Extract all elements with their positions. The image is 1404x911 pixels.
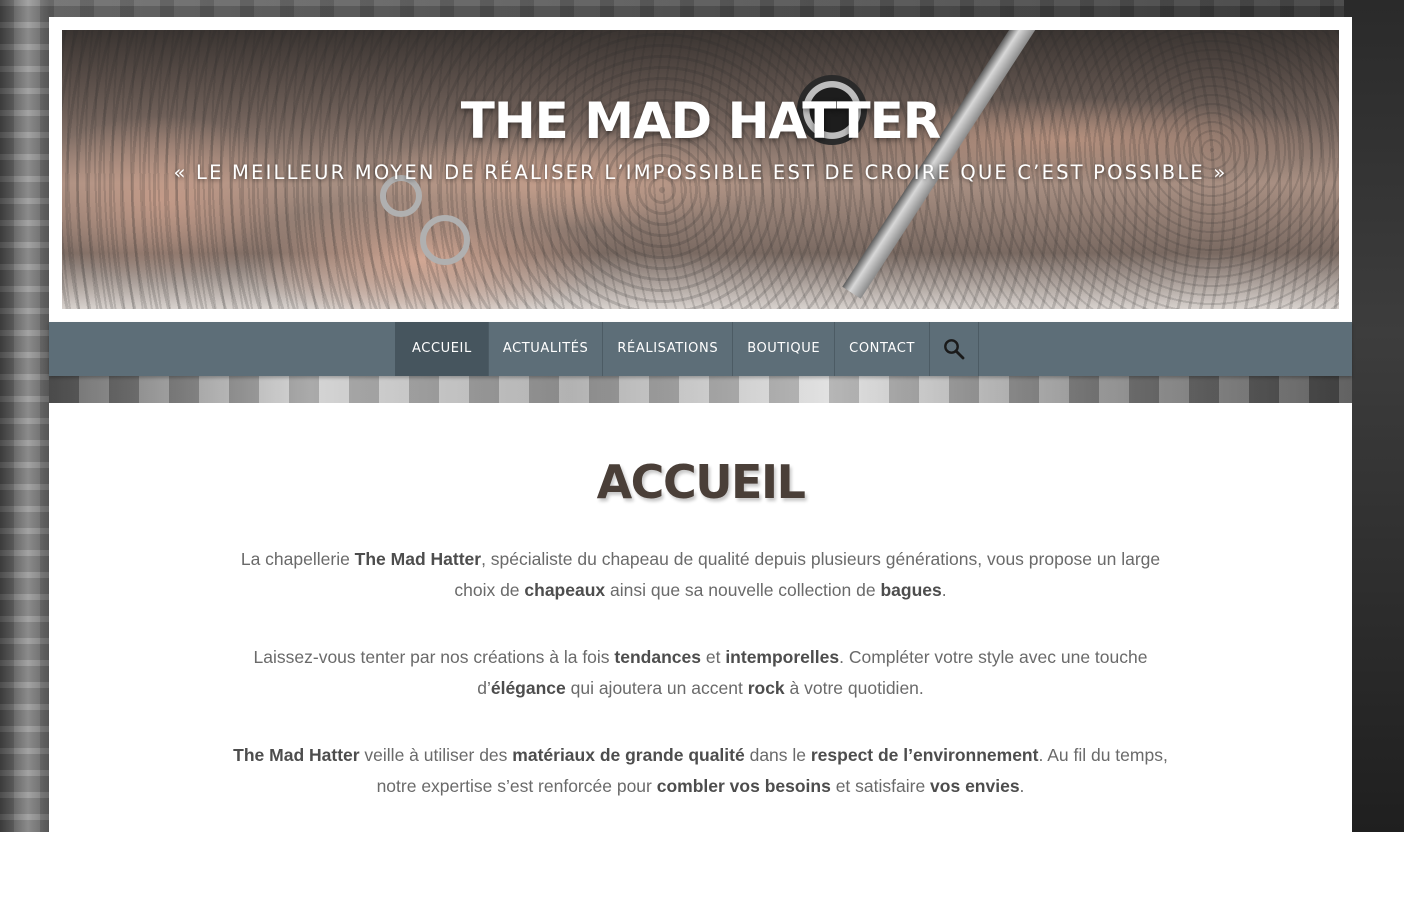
text-span: et satisfaire (830, 776, 931, 796)
banner-ring-lion (420, 215, 470, 265)
style-paragraph: Laissez-vous tenter par nos créations à … (229, 642, 1172, 704)
nav-item-actualites[interactable]: ACTUALITÉS (487, 322, 603, 376)
background-hats-strip (49, 376, 1352, 403)
text-span: veille à utiliser des (359, 745, 513, 765)
search-icon (944, 339, 965, 360)
keyword-intemporelles: intemporelles (725, 647, 840, 667)
brand-name: The Mad Hatter (354, 549, 482, 569)
site-tagline: « LE MEILLEUR MOYEN DE RÉALISER L’IMPOSS… (173, 161, 1228, 184)
intro-paragraph: La chapellerie The Mad Hatter, spécialis… (229, 544, 1172, 606)
main-navigation: ACCUEIL ACTUALITÉS RÉALISATIONS BOUTIQUE… (49, 322, 1352, 376)
header-banner-image: THE MAD HATTER « LE MEILLEUR MOYEN DE RÉ… (62, 30, 1339, 309)
keyword-envies: vos envies (930, 776, 1020, 796)
keyword-besoins: combler vos besoins (656, 776, 831, 796)
text-span: et (700, 647, 726, 667)
keyword-rock: rock (747, 678, 785, 698)
site-header: THE MAD HATTER « LE MEILLEUR MOYEN DE RÉ… (49, 17, 1352, 322)
text-span: . (1019, 776, 1025, 796)
text-span: dans le (744, 745, 811, 765)
text-span: La chapellerie (240, 549, 355, 569)
text-span: . (941, 580, 947, 600)
keyword-tendances: tendances (614, 647, 701, 667)
nav-item-boutique[interactable]: BOUTIQUE (732, 322, 834, 376)
text-span: qui ajoutera un accent (565, 678, 748, 698)
keyword-elegance: élégance (490, 678, 566, 698)
page-title: ACCUEIL (596, 455, 806, 509)
nav-menu: ACCUEIL ACTUALITÉS RÉALISATIONS BOUTIQUE… (395, 322, 980, 376)
background-shadow (1344, 0, 1404, 832)
quality-paragraph: The Mad Hatter veille à utiliser des mat… (229, 740, 1172, 802)
text-span: Laissez-vous tenter par nos créations à … (253, 647, 615, 667)
search-button[interactable] (929, 322, 980, 376)
keyword-materiaux: matériaux de grande qualité (512, 745, 745, 765)
text-span: ainsi que sa nouvelle collection de (605, 580, 881, 600)
nav-item-realisations[interactable]: RÉALISATIONS (602, 322, 732, 376)
nav-item-contact[interactable]: CONTACT (834, 322, 929, 376)
keyword-environnement: respect de l’environnement (810, 745, 1039, 765)
text-span: à votre quotidien. (784, 678, 924, 698)
brand-name: The Mad Hatter (233, 745, 360, 765)
keyword-chapeaux: chapeaux (524, 580, 606, 600)
site-title[interactable]: THE MAD HATTER (62, 92, 1339, 150)
keyword-bagues: bagues (880, 580, 942, 600)
nav-item-accueil[interactable]: ACCUEIL (395, 322, 488, 376)
main-content: ACCUEIL La chapellerie The Mad Hatter, s… (49, 403, 1352, 832)
